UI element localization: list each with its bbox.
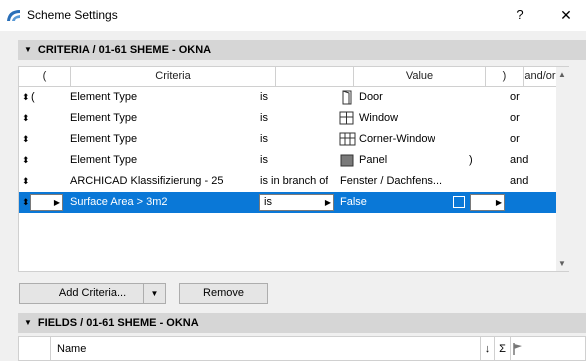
operator-dropdown[interactable]: is ▶ — [259, 194, 334, 211]
value-cell[interactable]: False — [340, 192, 367, 213]
title-bar: Scheme Settings ? ✕ — [0, 0, 586, 31]
add-criteria-button[interactable]: Add Criteria... ▼ — [19, 283, 166, 304]
and-or-cell[interactable]: and — [510, 150, 528, 171]
header-value[interactable]: Value — [354, 67, 486, 87]
open-paren-cell[interactable]: ( — [31, 87, 35, 108]
add-criteria-label: Add Criteria... — [58, 287, 127, 299]
drag-handle-icon[interactable]: ⬍ — [22, 87, 30, 108]
help-button[interactable]: ? — [506, 4, 534, 26]
value-checkbox[interactable] — [453, 196, 465, 208]
operator-value: is — [264, 196, 272, 208]
drag-handle-icon[interactable]: ⬍ — [22, 108, 30, 129]
criteria-row[interactable]: ⬍ ARCHICAD Klassifizierung - 25 is in br… — [19, 171, 556, 192]
open-paren-dropdown[interactable]: ▶ — [30, 194, 63, 211]
criteria-cell[interactable]: Element Type — [70, 129, 137, 150]
criteria-section-header[interactable]: ▼ CRITERIA / 01-61 SHEME - OKNA — [18, 40, 586, 60]
fields-table: Name ↓ Σ — [18, 336, 586, 361]
fields-header-name[interactable]: Name — [51, 337, 481, 361]
criteria-scrollbar[interactable]: ▲ ▼ — [556, 67, 569, 271]
criteria-cell[interactable]: Element Type — [70, 150, 137, 171]
close-paren-dropdown[interactable]: ▶ — [470, 194, 505, 211]
add-criteria-dropdown-icon[interactable]: ▼ — [143, 284, 165, 303]
drag-handle-icon[interactable]: ⬍ — [22, 171, 30, 192]
scroll-down-icon[interactable]: ▼ — [558, 259, 566, 268]
criteria-cell[interactable]: ARCHICAD Klassifizierung - 25 — [70, 171, 223, 192]
criteria-section-title: CRITERIA / 01-61 SHEME - OKNA — [37, 44, 212, 56]
collapse-triangle-icon[interactable]: ▼ — [24, 313, 32, 333]
value-cell[interactable]: Panel — [359, 150, 387, 171]
value-cell[interactable]: Door — [359, 87, 383, 108]
value-cell[interactable]: Corner-Window — [359, 129, 435, 150]
criteria-cell[interactable]: Surface Area > 3m2 — [70, 192, 168, 213]
flag-icon[interactable] — [511, 337, 527, 361]
window-title: Scheme Settings — [27, 8, 118, 22]
header-open-paren[interactable]: ( — [19, 67, 71, 87]
criteria-row[interactable]: ⬍ Element Type is Window or — [19, 108, 556, 129]
scroll-up-icon[interactable]: ▲ — [558, 70, 566, 79]
header-and-or[interactable]: and/or — [524, 67, 556, 87]
and-or-cell[interactable]: or — [510, 129, 520, 150]
value-cell[interactable]: Window — [359, 108, 398, 129]
criteria-cell[interactable]: Element Type — [70, 108, 137, 129]
window-icon — [339, 111, 354, 126]
fields-handle-column — [19, 337, 51, 361]
operator-cell[interactable]: is — [260, 150, 268, 171]
criteria-row[interactable]: ⬍ Element Type is Corner-Window or — [19, 129, 556, 150]
and-or-cell[interactable]: and — [510, 171, 528, 192]
panel-icon — [340, 154, 354, 168]
header-operator[interactable] — [276, 67, 354, 87]
criteria-table: ( Criteria Value ) and/or ⬍ ( Element Ty… — [18, 66, 569, 272]
drag-handle-icon[interactable]: ⬍ — [22, 150, 30, 171]
header-close-paren[interactable]: ) — [486, 67, 524, 87]
criteria-table-header: ( Criteria Value ) and/or — [19, 67, 556, 87]
header-criteria[interactable]: Criteria — [71, 67, 276, 87]
and-or-cell[interactable]: or — [510, 87, 520, 108]
sort-arrow-icon[interactable]: ↓ — [481, 337, 495, 361]
value-cell[interactable]: Fenster / Dachfens... — [340, 171, 442, 192]
drag-handle-icon[interactable]: ⬍ — [22, 129, 30, 150]
dropdown-arrow-icon: ▶ — [495, 198, 502, 207]
close-button[interactable]: ✕ — [552, 4, 580, 26]
remove-button[interactable]: Remove — [179, 283, 268, 304]
dropdown-arrow-icon: ▶ — [53, 198, 60, 207]
criteria-row[interactable]: ⬍ Element Type is Panel ) and — [19, 150, 556, 171]
operator-cell[interactable]: is — [260, 87, 268, 108]
archicad-app-icon — [6, 8, 22, 22]
operator-cell[interactable]: is — [260, 108, 268, 129]
and-or-cell[interactable]: or — [510, 108, 520, 129]
fields-section-header[interactable]: ▼ FIELDS / 01-61 SHEME - OKNA — [18, 313, 586, 333]
sum-icon[interactable]: Σ — [495, 337, 511, 361]
operator-cell[interactable]: is — [260, 129, 268, 150]
fields-section-title: FIELDS / 01-61 SHEME - OKNA — [37, 317, 199, 329]
close-paren-cell[interactable]: ) — [469, 150, 473, 171]
door-icon — [340, 90, 354, 105]
dropdown-arrow-icon: ▶ — [324, 198, 331, 207]
drag-handle-icon[interactable]: ⬍ — [22, 192, 30, 213]
criteria-row[interactable]: ⬍ ( Element Type is Door or — [19, 87, 556, 108]
collapse-triangle-icon[interactable]: ▼ — [24, 40, 32, 60]
criteria-cell[interactable]: Element Type — [70, 87, 137, 108]
criteria-row-selected[interactable]: ⬍ ▶ Surface Area > 3m2 is ▶ False ▶ — [19, 192, 556, 213]
corner-window-icon — [339, 132, 356, 147]
operator-cell[interactable]: is in branch of — [260, 171, 328, 192]
